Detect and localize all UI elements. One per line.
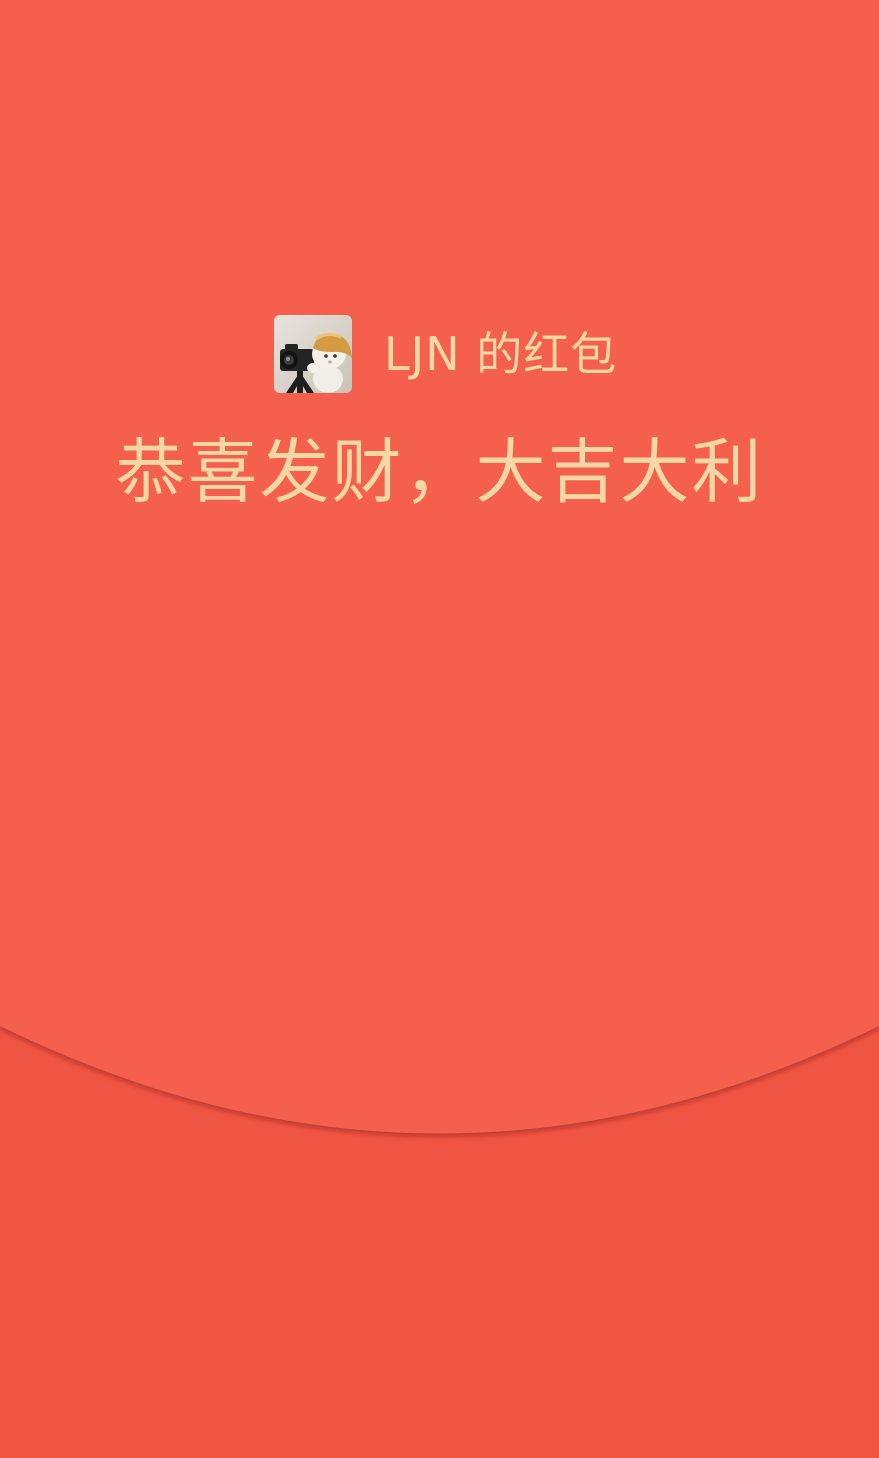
red-envelope: LJN 的红包 恭喜发财，大吉大利 xyxy=(0,0,879,1458)
sender-row: LJN 的红包 xyxy=(274,315,617,393)
sender-avatar[interactable] xyxy=(274,315,352,393)
cat-with-camera-avatar-icon xyxy=(274,315,352,393)
sender-label: LJN 的红包 xyxy=(384,327,618,381)
greeting-message: 恭喜发财，大吉大利 xyxy=(115,431,764,513)
envelope-flap xyxy=(0,0,879,1134)
